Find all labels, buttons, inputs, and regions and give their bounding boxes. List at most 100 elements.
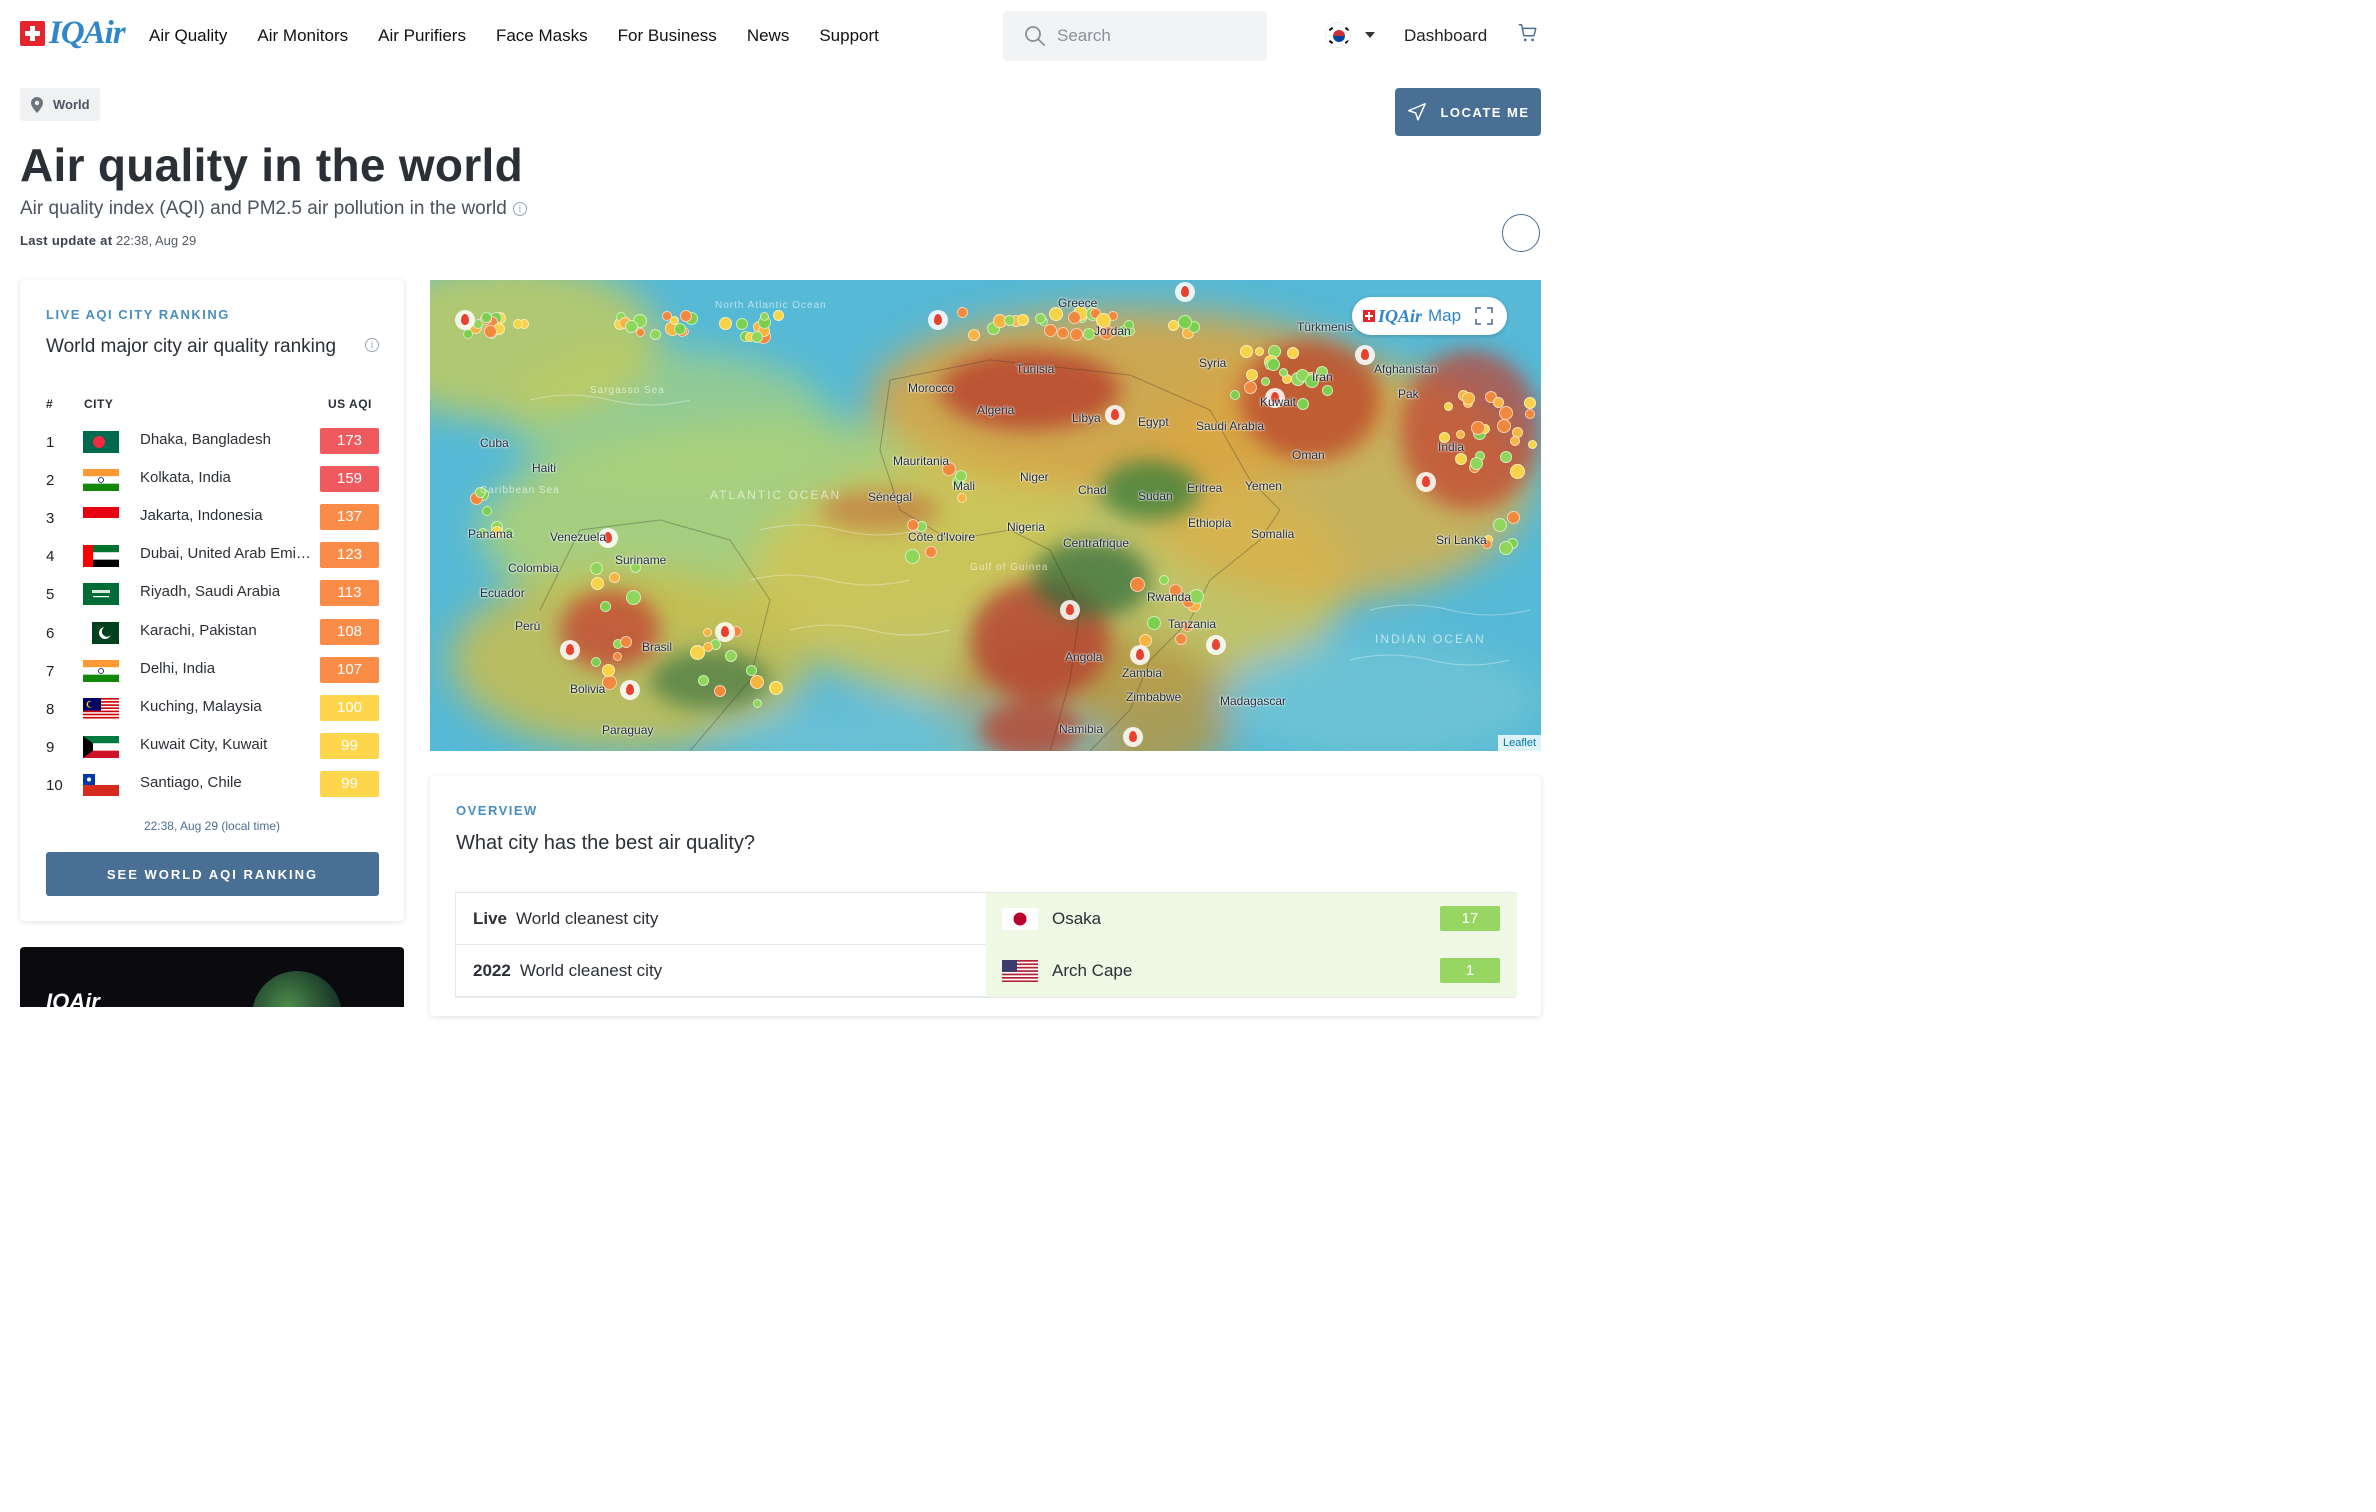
- aqi-station-marker[interactable]: [1159, 575, 1169, 585]
- aqi-station-marker[interactable]: [662, 311, 672, 321]
- aqi-station-marker[interactable]: [1524, 397, 1536, 409]
- aqi-station-marker[interactable]: [1322, 385, 1333, 396]
- aqi-station-marker[interactable]: [1246, 369, 1258, 381]
- aqi-station-marker[interactable]: [1493, 518, 1507, 532]
- city-name[interactable]: Jakarta, Indonesia: [140, 507, 312, 524]
- city-name[interactable]: Karachi, Pakistan: [140, 622, 312, 639]
- aqi-station-marker[interactable]: [1261, 377, 1270, 386]
- aqi-station-marker[interactable]: [1470, 457, 1483, 470]
- aqi-station-marker[interactable]: [968, 329, 980, 341]
- nav-for-business[interactable]: For Business: [618, 26, 717, 46]
- aqi-station-marker[interactable]: [1057, 327, 1069, 339]
- aqi-station-marker[interactable]: [1070, 328, 1083, 341]
- aqi-station-marker[interactable]: [1230, 390, 1240, 400]
- language-selector[interactable]: [1325, 22, 1375, 48]
- iqair-map-badge[interactable]: IQAir Map: [1352, 297, 1507, 335]
- aqi-station-marker[interactable]: [1500, 451, 1512, 463]
- aqi-station-marker[interactable]: [1240, 345, 1253, 358]
- aqi-station-marker[interactable]: [1175, 633, 1187, 645]
- city-name[interactable]: Kolkata, India: [140, 469, 312, 486]
- aqi-station-marker[interactable]: [613, 652, 622, 661]
- aqi-station-marker[interactable]: [1525, 409, 1535, 419]
- nav-air-monitors[interactable]: Air Monitors: [257, 26, 348, 46]
- aqi-station-marker[interactable]: [905, 549, 920, 564]
- aqi-station-marker[interactable]: [590, 562, 603, 575]
- city-name[interactable]: Dubai, United Arab Emirates: [140, 545, 312, 562]
- air-quality-map[interactable]: North Atlantic Ocean Sargasso Sea Caribb…: [430, 280, 1541, 751]
- aqi-station-marker[interactable]: [1497, 419, 1511, 433]
- aqi-station-marker[interactable]: [1004, 315, 1015, 326]
- cart-icon[interactable]: [1517, 22, 1539, 44]
- ranking-row[interactable]: 2 Kolkata, India 159: [46, 466, 379, 493]
- fire-icon[interactable]: [1206, 635, 1226, 655]
- aqi-station-marker[interactable]: [1455, 453, 1467, 465]
- aqi-station-marker[interactable]: [925, 546, 937, 558]
- fire-icon[interactable]: [928, 310, 948, 330]
- aqi-station-marker[interactable]: [1279, 368, 1288, 377]
- fire-icon[interactable]: [1416, 472, 1436, 492]
- aqi-station-marker[interactable]: [513, 319, 523, 329]
- ranking-info-icon[interactable]: i: [365, 338, 379, 352]
- cleanest-live-row[interactable]: Live World cleanest city Osaka 17: [456, 893, 1517, 945]
- aqi-station-marker[interactable]: [609, 572, 620, 583]
- fire-icon[interactable]: [1130, 645, 1150, 665]
- search-input[interactable]: [1057, 26, 1247, 46]
- aqi-station-marker[interactable]: [1035, 313, 1046, 324]
- aqi-station-marker[interactable]: [484, 325, 497, 338]
- ranking-row[interactable]: 6 Karachi, Pakistan 108: [46, 618, 379, 645]
- aqi-station-marker[interactable]: [1255, 347, 1264, 356]
- aqi-station-marker[interactable]: [736, 318, 748, 330]
- aqi-station-marker[interactable]: [703, 642, 713, 652]
- aqi-station-marker[interactable]: [1471, 421, 1485, 435]
- aqi-station-marker[interactable]: [1456, 430, 1465, 439]
- nav-support[interactable]: Support: [819, 26, 879, 46]
- iqair-logo[interactable]: IQAir: [20, 17, 126, 50]
- locate-me-button[interactable]: LOCATE ME: [1395, 88, 1541, 136]
- nav-news[interactable]: News: [747, 26, 790, 46]
- fire-icon[interactable]: [1105, 405, 1125, 425]
- aqi-station-marker[interactable]: [600, 601, 611, 612]
- cleanest-2022-row[interactable]: 2022 World cleanest city Arch Cape 1: [456, 945, 1517, 997]
- aqi-station-marker[interactable]: [620, 636, 632, 648]
- aqi-station-marker[interactable]: [1287, 347, 1299, 359]
- nav-face-masks[interactable]: Face Masks: [496, 26, 588, 46]
- aqi-station-marker[interactable]: [1068, 311, 1081, 324]
- round-action-button[interactable]: [1502, 214, 1540, 252]
- aqi-station-marker[interactable]: [714, 685, 726, 697]
- fire-icon[interactable]: [620, 680, 640, 700]
- aqi-station-marker[interactable]: [769, 681, 783, 695]
- aqi-station-marker[interactable]: [1017, 314, 1029, 326]
- aqi-station-marker[interactable]: [650, 329, 661, 340]
- aqi-station-marker[interactable]: [703, 628, 712, 637]
- aqi-station-marker[interactable]: [602, 664, 615, 677]
- aqi-station-marker[interactable]: [626, 590, 641, 605]
- dashboard-link[interactable]: Dashboard: [1404, 26, 1487, 46]
- aqi-station-marker[interactable]: [591, 577, 604, 590]
- see-world-ranking-button[interactable]: SEE WORLD AQI RANKING: [46, 852, 379, 896]
- aqi-station-marker[interactable]: [725, 650, 737, 662]
- fire-icon[interactable]: [1175, 282, 1195, 302]
- aqi-station-marker[interactable]: [698, 675, 709, 686]
- breadcrumb[interactable]: World: [20, 88, 100, 121]
- aqi-station-marker[interactable]: [1178, 315, 1192, 329]
- aqi-station-marker[interactable]: [1510, 436, 1520, 446]
- aqi-station-marker[interactable]: [463, 329, 473, 339]
- ranking-row[interactable]: 3 Jakarta, Indonesia 137: [46, 504, 379, 531]
- city-name[interactable]: Santiago, Chile: [140, 774, 312, 791]
- aqi-station-marker[interactable]: [957, 493, 967, 503]
- aqi-station-marker[interactable]: [680, 310, 692, 322]
- search-box[interactable]: [1003, 11, 1267, 61]
- fire-icon[interactable]: [560, 640, 580, 660]
- aqi-station-marker[interactable]: [1147, 616, 1161, 630]
- fire-icon[interactable]: [715, 622, 735, 642]
- aqi-station-marker[interactable]: [1507, 511, 1520, 524]
- aqi-station-marker[interactable]: [1189, 589, 1204, 604]
- city-name[interactable]: Kuwait City, Kuwait: [140, 736, 312, 753]
- ranking-row[interactable]: 4 Dubai, United Arab Emirates 123: [46, 542, 379, 569]
- aqi-station-marker[interactable]: [753, 699, 762, 708]
- city-name[interactable]: Delhi, India: [140, 660, 312, 677]
- fire-icon[interactable]: [1123, 727, 1143, 747]
- aqi-station-marker[interactable]: [751, 331, 763, 343]
- aqi-station-marker[interactable]: [750, 675, 764, 689]
- aqi-station-marker[interactable]: [957, 307, 968, 318]
